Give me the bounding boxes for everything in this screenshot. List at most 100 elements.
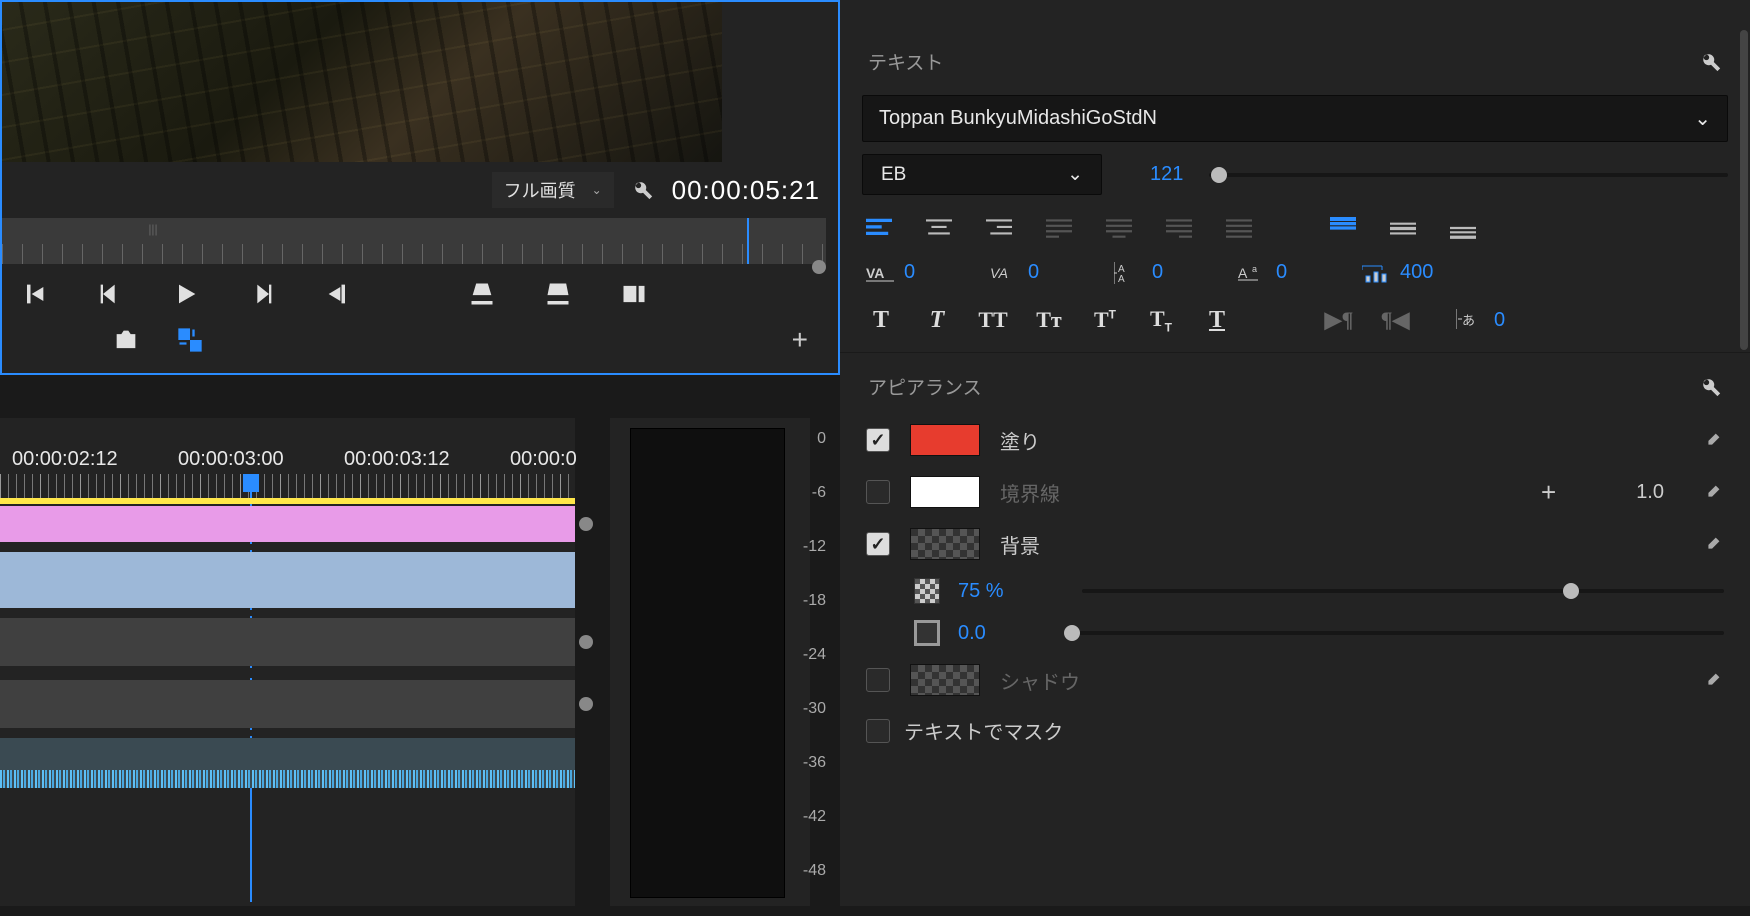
justify-last-left-icon[interactable] bbox=[1046, 217, 1072, 239]
essential-graphics-panel: テキスト Toppan BunkyuMidashiGoStdN ⌄ EB ⌄ 1… bbox=[840, 0, 1750, 906]
text-bottom-icon[interactable] bbox=[1450, 217, 1476, 239]
eyedropper-icon[interactable] bbox=[1702, 669, 1724, 691]
opacity-slider[interactable] bbox=[1082, 589, 1724, 593]
track-gap bbox=[0, 730, 575, 736]
svg-text:A: A bbox=[1238, 265, 1248, 281]
quality-dropdown[interactable]: フル画質 ⌄ bbox=[492, 172, 614, 208]
meter-scale: 0-6-12 -18-24-30 -36-42-48 bbox=[786, 430, 826, 916]
camera-icon[interactable] bbox=[112, 326, 140, 354]
leading-field[interactable]: AA0 bbox=[1114, 261, 1218, 284]
font-size-slider[interactable] bbox=[1209, 173, 1728, 177]
slider-thumb[interactable] bbox=[1064, 625, 1080, 641]
fill-checkbox[interactable] bbox=[866, 428, 890, 452]
tracking-field[interactable]: VA0 bbox=[866, 261, 970, 284]
video-track-1[interactable] bbox=[0, 618, 575, 666]
justify-last-center-icon[interactable] bbox=[1106, 217, 1132, 239]
superscript-button[interactable]: TT bbox=[1090, 307, 1120, 333]
font-size-value[interactable]: 121 bbox=[1150, 163, 1183, 186]
eyedropper-icon[interactable] bbox=[1702, 533, 1724, 555]
add-stroke-icon[interactable]: + bbox=[1541, 477, 1556, 508]
font-family-dropdown[interactable]: Toppan BunkyuMidashiGoStdN ⌄ bbox=[862, 95, 1728, 142]
audio-track-2[interactable] bbox=[0, 738, 575, 788]
timeline-ruler[interactable]: 00:00:02:12 00:00:03:00 00:00:03:12 00:0… bbox=[0, 418, 575, 498]
italic-button[interactable]: T bbox=[922, 307, 952, 334]
svg-text:VA: VA bbox=[866, 265, 884, 281]
timeline-playhead[interactable] bbox=[243, 474, 259, 492]
stroke-checkbox[interactable] bbox=[866, 480, 890, 504]
shadow-checkbox[interactable] bbox=[866, 668, 890, 692]
opacity-icon bbox=[914, 578, 940, 604]
wrench-icon[interactable] bbox=[1700, 51, 1722, 73]
overwrite-icon[interactable] bbox=[544, 280, 572, 308]
text-middle-icon[interactable] bbox=[1390, 217, 1416, 239]
insert-icon[interactable] bbox=[468, 280, 496, 308]
size-icon bbox=[914, 620, 940, 646]
justify-last-right-icon[interactable] bbox=[1166, 217, 1192, 239]
small-caps-button[interactable]: Tᴛ bbox=[1034, 307, 1064, 333]
audio-meter-panel bbox=[610, 418, 810, 906]
rtl-button[interactable]: ¶◀ bbox=[1380, 307, 1410, 333]
slider-thumb[interactable] bbox=[1563, 583, 1579, 599]
eyedropper-icon[interactable] bbox=[1702, 429, 1724, 451]
text-mask-checkbox[interactable] bbox=[866, 719, 890, 743]
mark-in-icon[interactable] bbox=[20, 280, 48, 308]
align-right-icon[interactable] bbox=[986, 217, 1012, 239]
clip-handle[interactable] bbox=[579, 517, 593, 531]
svg-text:A: A bbox=[1118, 274, 1125, 284]
svg-text:VA: VA bbox=[990, 265, 1008, 281]
stroke-color-swatch[interactable] bbox=[910, 476, 980, 508]
background-checkbox[interactable] bbox=[866, 532, 890, 556]
baseline-shift-field[interactable]: Aa0 bbox=[1238, 261, 1342, 284]
fill-color-swatch[interactable] bbox=[910, 424, 980, 456]
indent-field[interactable]: あ0 bbox=[1456, 309, 1546, 332]
opacity-value[interactable]: 75 % bbox=[958, 580, 1004, 603]
video-track-2[interactable] bbox=[0, 552, 575, 608]
text-top-icon[interactable] bbox=[1330, 217, 1356, 239]
monitor-scrubber[interactable]: ||| bbox=[2, 218, 826, 264]
step-back-icon[interactable] bbox=[96, 280, 124, 308]
time-label: 00:00:02:12 bbox=[12, 448, 118, 471]
comparison-view-icon[interactable] bbox=[176, 326, 204, 354]
track-gap bbox=[0, 610, 575, 616]
background-color-swatch[interactable] bbox=[910, 528, 980, 560]
export-frame-icon[interactable] bbox=[620, 280, 648, 308]
chevron-down-icon: ⌄ bbox=[592, 183, 602, 197]
size-value[interactable]: 0.0 bbox=[958, 622, 986, 645]
align-center-icon[interactable] bbox=[926, 217, 952, 239]
svg-text:a: a bbox=[1252, 264, 1257, 274]
ltr-button[interactable]: ▶¶ bbox=[1324, 307, 1354, 333]
eyedropper-icon[interactable] bbox=[1702, 481, 1724, 503]
timeline-panel: 00:00:02:12 00:00:03:00 00:00:03:12 00:0… bbox=[0, 418, 575, 906]
clip-handle[interactable] bbox=[579, 697, 593, 711]
font-style-dropdown[interactable]: EB ⌄ bbox=[862, 154, 1102, 195]
chevron-down-icon: ⌄ bbox=[1694, 106, 1711, 131]
slider-thumb[interactable] bbox=[1211, 167, 1227, 183]
wrench-icon[interactable] bbox=[1700, 376, 1722, 398]
tsume-field[interactable]: 400 bbox=[1362, 261, 1482, 284]
justify-all-icon[interactable] bbox=[1226, 217, 1252, 239]
play-icon[interactable] bbox=[172, 280, 200, 308]
video-track-3[interactable] bbox=[0, 506, 575, 542]
track-marker[interactable] bbox=[0, 498, 575, 504]
mark-out-icon[interactable] bbox=[324, 280, 352, 308]
playhead-icon[interactable] bbox=[747, 218, 749, 264]
bold-button[interactable]: T bbox=[866, 307, 896, 334]
scrubber-mark: ||| bbox=[138, 222, 168, 236]
add-button-icon[interactable]: + bbox=[792, 324, 808, 356]
shadow-color-swatch[interactable] bbox=[910, 664, 980, 696]
kerning-field[interactable]: VA0 bbox=[990, 261, 1094, 284]
all-caps-button[interactable]: TT bbox=[978, 307, 1008, 333]
program-timecode[interactable]: 00:00:05:21 bbox=[672, 175, 820, 206]
audio-track-1[interactable] bbox=[0, 680, 575, 728]
scrollbar[interactable] bbox=[1740, 30, 1748, 350]
underline-button[interactable]: T bbox=[1202, 307, 1232, 334]
size-slider[interactable] bbox=[1064, 631, 1724, 635]
subscript-button[interactable]: TT bbox=[1146, 306, 1176, 334]
step-forward-icon[interactable] bbox=[248, 280, 276, 308]
audio-meter[interactable] bbox=[630, 428, 785, 898]
clip-handle[interactable] bbox=[579, 635, 593, 649]
out-point-marker[interactable] bbox=[812, 260, 826, 274]
wrench-icon[interactable] bbox=[632, 179, 654, 201]
align-left-icon[interactable] bbox=[866, 217, 892, 239]
stroke-width-value[interactable]: 1.0 bbox=[1636, 481, 1664, 504]
